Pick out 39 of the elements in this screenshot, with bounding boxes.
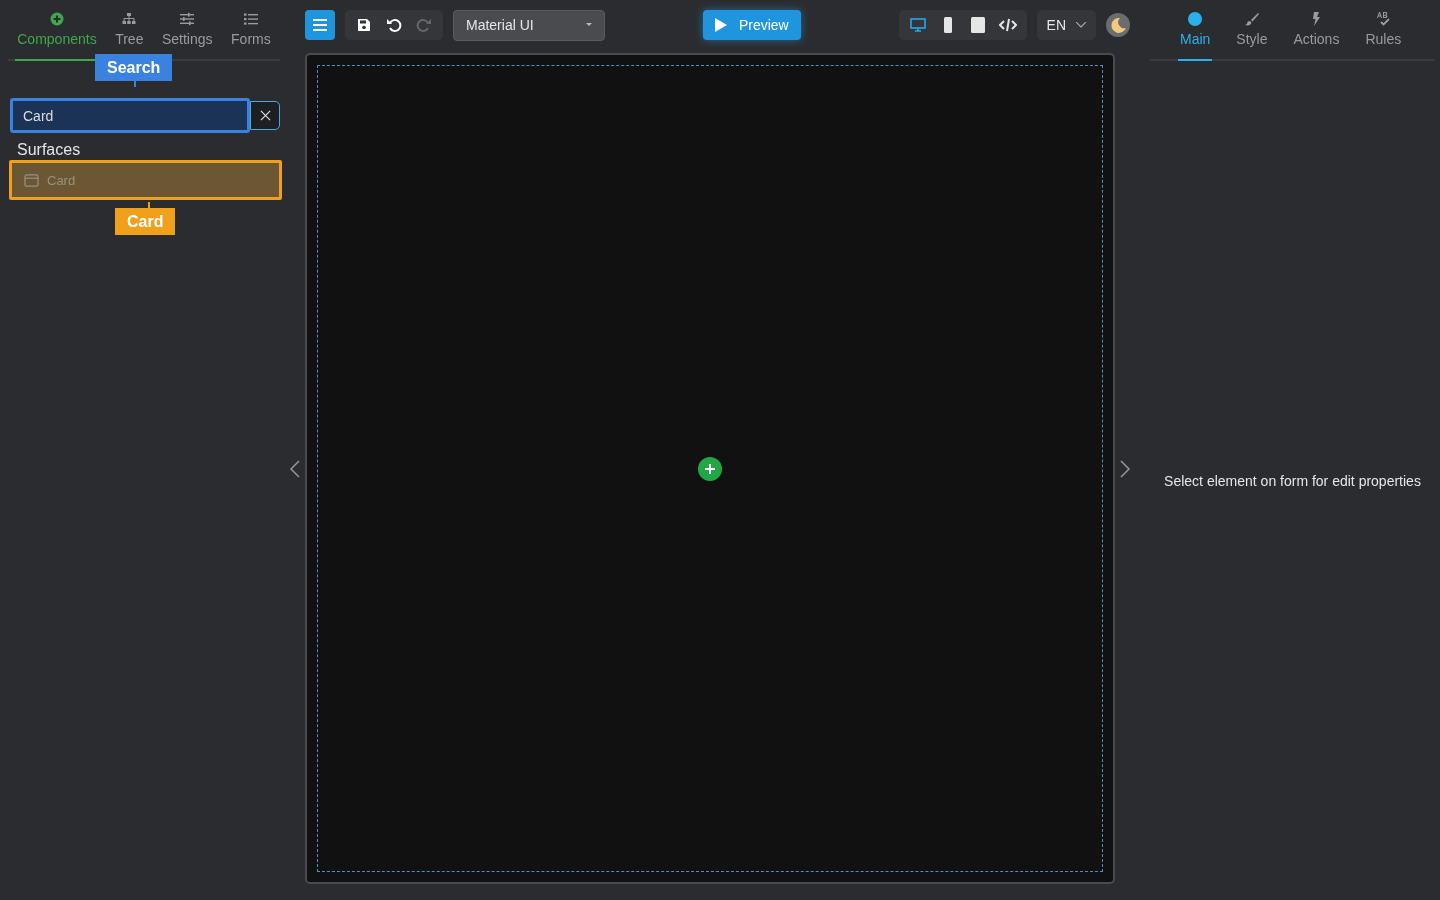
menu-button[interactable] xyxy=(305,10,335,40)
sliders-icon xyxy=(180,12,195,26)
preview-button[interactable]: Preview xyxy=(702,10,801,40)
plus-circle-icon xyxy=(49,12,64,26)
caret-icon xyxy=(586,23,592,27)
dot-icon xyxy=(1188,12,1203,26)
group-title: Surfaces xyxy=(17,141,82,159)
collapse-left-icon[interactable] xyxy=(290,459,300,478)
brush-icon xyxy=(1244,12,1259,26)
undo-icon xyxy=(386,17,402,33)
card-icon xyxy=(24,173,39,187)
code-icon xyxy=(998,18,1017,32)
moon-icon xyxy=(1106,13,1130,37)
redo-icon xyxy=(416,17,432,33)
template-select[interactable]: Material UI xyxy=(453,9,605,41)
list-icon xyxy=(243,12,258,26)
tablet-icon xyxy=(970,17,985,33)
panel-tab[interactable]: Forms xyxy=(229,0,273,61)
chevron-down-icon xyxy=(1076,22,1086,28)
panel-tab[interactable]: Main xyxy=(1178,0,1213,61)
phone-icon xyxy=(942,17,953,33)
add-icon[interactable] xyxy=(698,456,722,481)
search-field[interactable]: Card xyxy=(10,98,250,133)
panel-tab[interactable]: Rules xyxy=(1363,0,1404,61)
language-select[interactable]: EN xyxy=(1036,10,1096,40)
component-tooltip: Card xyxy=(115,208,176,235)
collapse-right-icon[interactable] xyxy=(1120,459,1130,478)
close-icon xyxy=(259,110,271,121)
spellcheck-icon xyxy=(1376,12,1391,26)
play-icon xyxy=(714,18,727,32)
panel-tab[interactable]: Style xyxy=(1234,0,1270,61)
properties-message: Select element on form for edit properties xyxy=(1164,472,1421,489)
menu-icon xyxy=(313,19,327,31)
hierarchy-icon xyxy=(122,12,137,26)
clear-button[interactable] xyxy=(250,101,280,130)
search-tooltip: Search xyxy=(95,54,173,81)
monitor-icon xyxy=(909,18,926,32)
panel-tab[interactable]: Actions xyxy=(1291,0,1342,61)
theme-button[interactable] xyxy=(1106,13,1130,37)
